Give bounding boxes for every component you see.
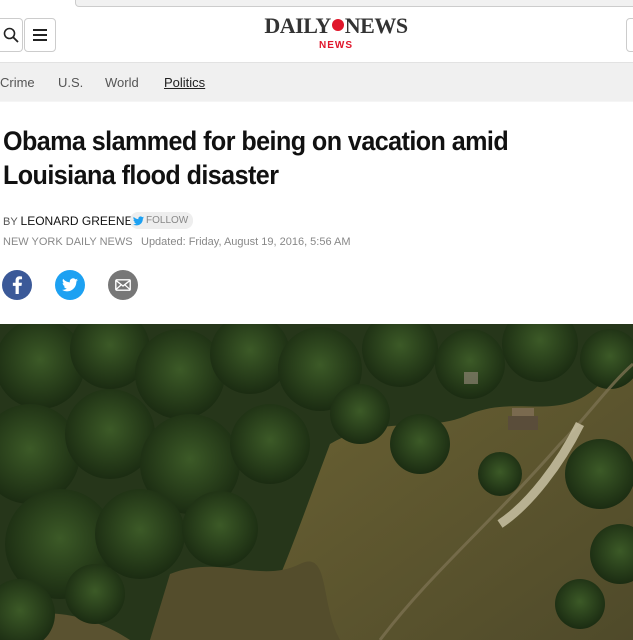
share-email-button[interactable]: [108, 270, 138, 300]
share-facebook-button[interactable]: [2, 270, 32, 300]
follow-button[interactable]: FOLLOW: [130, 212, 194, 229]
byline: BY LEONARD GREENE: [3, 214, 133, 228]
browser-address-bar[interactable]: [75, 0, 633, 7]
nav-item-politics[interactable]: Politics: [164, 75, 205, 90]
nav-item-world[interactable]: World: [105, 75, 139, 90]
facebook-icon: [12, 276, 23, 294]
twitter-icon: [62, 278, 78, 292]
nav-item-us[interactable]: U.S.: [58, 75, 83, 90]
flood-aerial-image: [0, 324, 633, 640]
article-updated: Updated: Friday, August 19, 2016, 5:56 A…: [141, 236, 351, 248]
article-headline: Obama slammed for being on vacation amid…: [3, 126, 509, 190]
daily-news-logo[interactable]: DAILY NEWS NEWS: [251, 14, 421, 52]
logo-seal-icon: [331, 19, 344, 31]
follow-label: FOLLOW: [146, 215, 189, 226]
nav-item-crime[interactable]: Crime: [0, 75, 35, 90]
twitter-bird-icon: [133, 215, 144, 225]
site-header: DAILY NEWS NEWS: [0, 0, 633, 63]
email-icon: [115, 279, 131, 291]
logo-left-text: DAILY: [264, 13, 331, 38]
header-right-button[interactable]: [626, 18, 633, 52]
section-nav: Crime U.S. World Politics: [0, 63, 633, 101]
article-hero-photo[interactable]: [0, 324, 633, 640]
logo-subtext: NEWS: [319, 40, 353, 51]
article-source: NEW YORK DAILY NEWS: [3, 236, 133, 248]
author-name[interactable]: LEONARD GREENE: [21, 214, 133, 228]
search-icon: [3, 27, 19, 43]
byline-prefix: BY: [3, 216, 18, 228]
menu-button[interactable]: [24, 18, 56, 52]
share-twitter-button[interactable]: [55, 270, 85, 300]
logo-right-text: NEWS: [344, 13, 408, 38]
search-button[interactable]: [0, 18, 23, 52]
hamburger-icon: [33, 29, 47, 41]
